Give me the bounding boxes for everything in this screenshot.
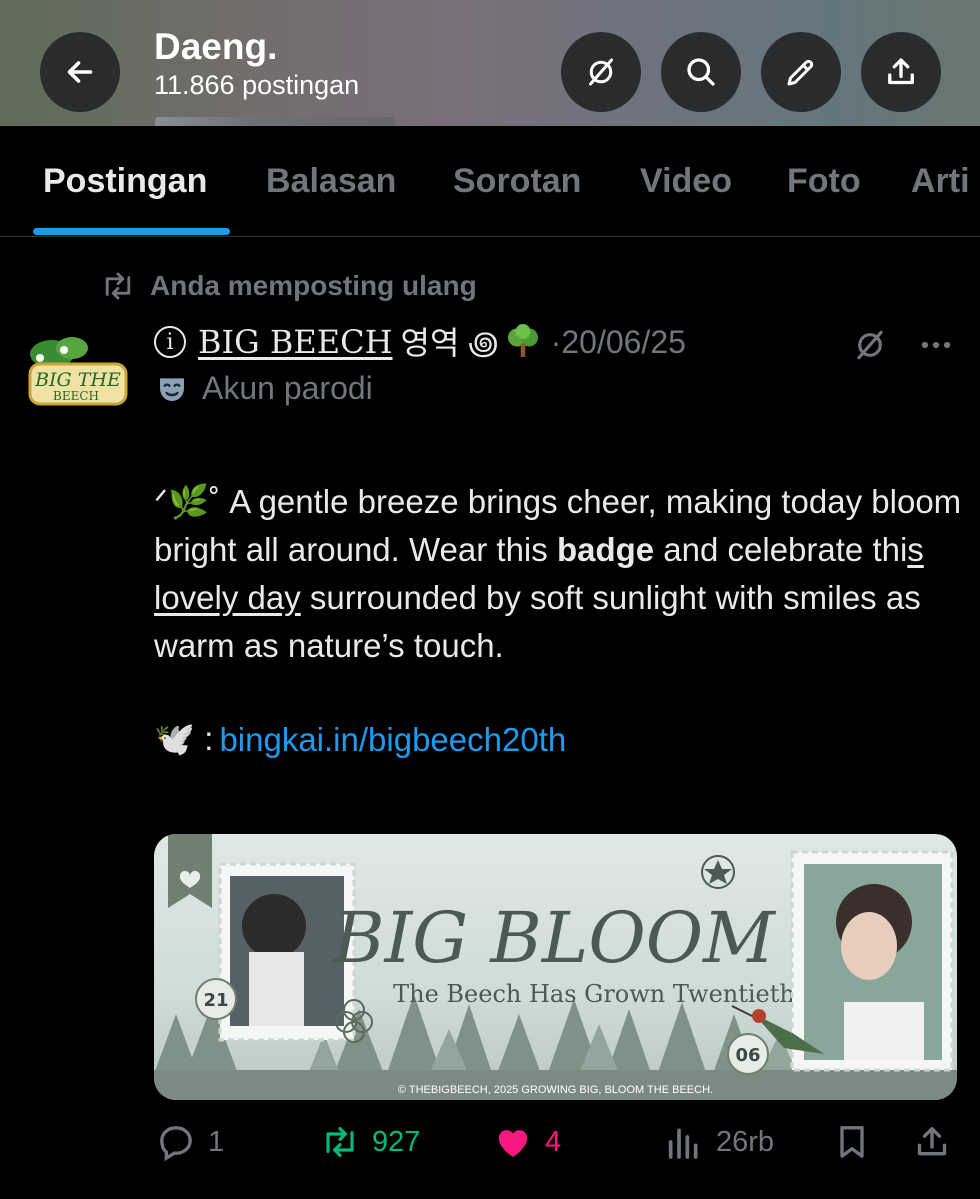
author-line: i BIG BEECH 영역 ꩜ ·20/06/25: [154, 318, 686, 366]
avatar[interactable]: BIG THE BEECH: [24, 334, 132, 412]
tab-artikel[interactable]: Arti: [911, 162, 970, 201]
bookmark-icon: [840, 1126, 864, 1158]
tab-postingan[interactable]: Postingan: [43, 162, 207, 201]
grok-icon[interactable]: [851, 326, 889, 364]
pencil-icon: [787, 59, 814, 86]
banner-caption: © THEBIGBEECH, 2025 GROWING BIG, BLOOM T…: [397, 1084, 714, 1096]
profile-name: Daeng.: [154, 26, 278, 67]
share-icon: [888, 58, 914, 85]
profile-header: Daeng. 11.866 postingan: [0, 0, 980, 126]
repost-context: Anda memposting ulang: [100, 270, 477, 302]
header-blur-peek: [155, 117, 395, 126]
active-tab-indicator: [33, 228, 230, 235]
search-button[interactable]: [661, 32, 741, 112]
repost-icon: [105, 272, 131, 300]
grok-icon: [589, 58, 613, 86]
back-arrow-icon: [67, 61, 93, 83]
reply-count: 1: [208, 1125, 225, 1158]
svg-text:BIG THE: BIG THE: [34, 369, 121, 391]
banner-left-number: 21: [203, 990, 228, 1011]
big-bloom-banner: BIG BLOOM The Beech Has Grown Twentieth …: [154, 834, 957, 1100]
link-line: 🕊️ : bingkai.in/bigbeech20th: [154, 720, 566, 759]
heart-icon: [498, 1130, 528, 1157]
like-count: 4: [545, 1125, 562, 1158]
banner-subtitle: The Beech Has Grown Twentieth: [393, 980, 795, 1008]
post-image[interactable]: BIG BLOOM The Beech Has Grown Twentieth …: [154, 834, 957, 1100]
post-count: 11.866 postingan: [154, 70, 360, 100]
views-chart-icon: [668, 1128, 698, 1159]
post-body-bold: badge: [556, 531, 655, 568]
banner-title: BIG BLOOM: [331, 897, 777, 979]
share-post-button[interactable]: [912, 1122, 952, 1162]
share-button[interactable]: [861, 32, 941, 112]
dove-prefix: 🕊️ :: [154, 720, 214, 757]
profile-tabs: Postingan Balasan Sorotan Video Foto Art…: [0, 126, 980, 237]
info-icon: i: [154, 326, 186, 358]
search-icon: [687, 58, 715, 86]
share-icon: [917, 1127, 947, 1156]
author-name[interactable]: BIG BEECH: [198, 323, 393, 361]
grok-button[interactable]: [561, 32, 641, 112]
tab-sorotan[interactable]: Sorotan: [453, 162, 581, 201]
mask-icon: [160, 377, 184, 401]
post-link[interactable]: bingkai.in/bigbeech20th: [219, 721, 566, 759]
repost-label: Anda memposting ulang: [150, 270, 477, 301]
tab-balasan[interactable]: Balasan: [266, 162, 396, 201]
tab-video[interactable]: Video: [640, 162, 732, 201]
reply-icon: [160, 1126, 192, 1162]
post-action-bar: 1 927 4 26rb: [0, 1118, 980, 1174]
post-body-text-mid: and celebrate thi: [654, 531, 908, 568]
bookmark-button[interactable]: [832, 1122, 872, 1162]
author-name-extra[interactable]: 영역 ꩜: [401, 318, 499, 366]
post-body: ᐟ🌿˚ A gentle breeze brings cheer, making…: [154, 478, 969, 670]
tab-foto[interactable]: Foto: [787, 162, 861, 201]
reply-button[interactable]: 1: [156, 1122, 224, 1162]
parody-label: Akun parodi: [156, 370, 373, 407]
the-big-beech-logo: BIG THE BEECH: [28, 337, 128, 406]
views-count: 26rb: [716, 1125, 775, 1158]
post-date[interactable]: ·20/06/25: [551, 324, 686, 361]
back-button[interactable]: [40, 32, 120, 112]
banner-right-number: 06: [735, 1045, 760, 1066]
more-options-icon[interactable]: [914, 326, 958, 364]
repost-icon: [326, 1127, 354, 1157]
edit-button[interactable]: [761, 32, 841, 112]
repost-count: 927: [372, 1125, 421, 1158]
svg-text:BEECH: BEECH: [53, 389, 99, 403]
parody-text: Akun parodi: [202, 370, 373, 406]
like-button[interactable]: 4: [493, 1122, 561, 1162]
tree-emoji-icon: [507, 324, 538, 357]
repost-button[interactable]: 927: [320, 1122, 420, 1162]
views-button[interactable]: 26rb: [664, 1122, 774, 1162]
